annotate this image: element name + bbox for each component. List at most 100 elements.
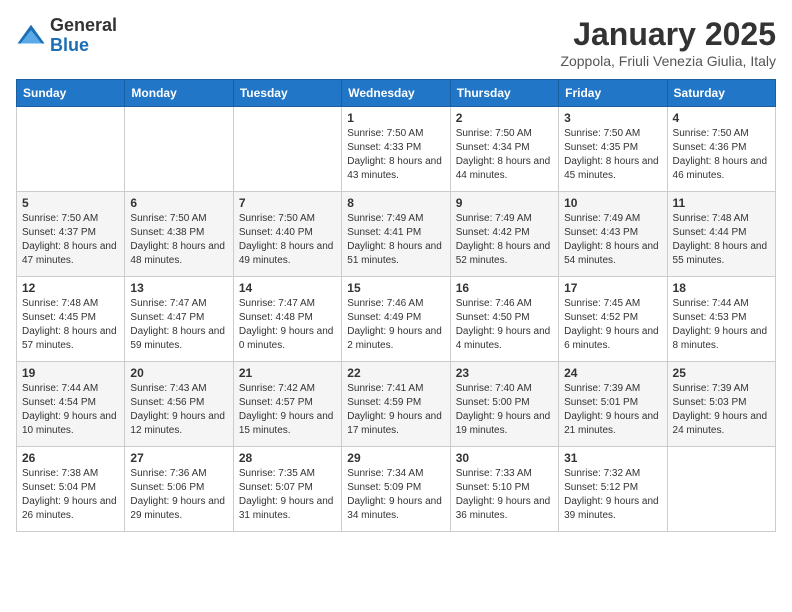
day-number: 8 <box>347 196 444 210</box>
day-cell: 27 Sunrise: 7:36 AM Sunset: 5:06 PM Dayli… <box>125 447 233 532</box>
location-subtitle: Zoppola, Friuli Venezia Giulia, Italy <box>560 53 776 69</box>
day-info: Sunrise: 7:44 AM Sunset: 4:54 PM Dayligh… <box>22 382 119 438</box>
day-cell: 7 Sunrise: 7:50 AM Sunset: 4:40 PM Daylig… <box>233 192 341 277</box>
day-cell <box>17 107 125 192</box>
day-cell: 6Sunrise: 7:50 AM Sunset: 4:38 PM Daylig… <box>125 192 233 277</box>
day-number: 14 <box>239 281 336 295</box>
day-info: Sunrise: 7:49 AM Sunset: 4:41 PM Dayligh… <box>347 212 444 268</box>
header-cell-friday: Friday <box>559 80 667 107</box>
header-cell-thursday: Thursday <box>450 80 558 107</box>
header-row: SundayMondayTuesdayWednesdayThursdayFrid… <box>17 80 776 107</box>
day-number: 31 <box>564 451 661 465</box>
day-cell: 19 Sunrise: 7:44 AM Sunset: 4:54 PM Dayli… <box>17 362 125 447</box>
day-number: 7 <box>239 196 336 210</box>
day-info: Sunrise: 7:43 AM Sunset: 4:56 PM Dayligh… <box>130 382 227 438</box>
day-info: Sunrise: 7:48 AM Sunset: 4:45 PM Dayligh… <box>22 297 119 353</box>
day-info: Sunrise: 7:39 AM Sunset: 5:01 PM Dayligh… <box>564 382 661 438</box>
day-info: Sunrise: 7:46 AM Sunset: 4:49 PM Dayligh… <box>347 297 444 353</box>
day-number: 2 <box>456 111 553 125</box>
day-cell: 22Sunrise: 7:41 AM Sunset: 4:59 PM Dayli… <box>342 362 450 447</box>
day-number: 25 <box>673 366 770 380</box>
day-cell: 23 Sunrise: 7:40 AM Sunset: 5:00 PM Dayli… <box>450 362 558 447</box>
day-cell: 28Sunrise: 7:35 AM Sunset: 5:07 PM Dayli… <box>233 447 341 532</box>
day-cell: 25 Sunrise: 7:39 AM Sunset: 5:03 PM Dayli… <box>667 362 775 447</box>
header-cell-monday: Monday <box>125 80 233 107</box>
header-cell-tuesday: Tuesday <box>233 80 341 107</box>
header-cell-sunday: Sunday <box>17 80 125 107</box>
page-header: General Blue January 2025 Zoppola, Friul… <box>16 16 776 69</box>
day-cell: 18Sunrise: 7:44 AM Sunset: 4:53 PM Dayli… <box>667 277 775 362</box>
day-cell: 1 Sunrise: 7:50 AM Sunset: 4:33 PM Daylig… <box>342 107 450 192</box>
day-number: 15 <box>347 281 444 295</box>
week-row-0: 1 Sunrise: 7:50 AM Sunset: 4:33 PM Daylig… <box>17 107 776 192</box>
day-cell: 14Sunrise: 7:47 AM Sunset: 4:48 PM Dayli… <box>233 277 341 362</box>
day-info: Sunrise: 7:49 AM Sunset: 4:42 PM Dayligh… <box>456 212 553 268</box>
calendar-header: SundayMondayTuesdayWednesdayThursdayFrid… <box>17 80 776 107</box>
day-number: 30 <box>456 451 553 465</box>
day-cell <box>667 447 775 532</box>
day-info: Sunrise: 7:50 AM Sunset: 4:40 PM Dayligh… <box>239 212 336 268</box>
day-info: Sunrise: 7:39 AM Sunset: 5:03 PM Dayligh… <box>673 382 770 438</box>
week-row-2: 12 Sunrise: 7:48 AM Sunset: 4:45 PM Dayli… <box>17 277 776 362</box>
day-info: Sunrise: 7:38 AM Sunset: 5:04 PM Dayligh… <box>22 467 119 523</box>
day-info: Sunrise: 7:42 AM Sunset: 4:57 PM Dayligh… <box>239 382 336 438</box>
day-number: 9 <box>456 196 553 210</box>
day-info: Sunrise: 7:48 AM Sunset: 4:44 PM Dayligh… <box>673 212 770 268</box>
header-cell-saturday: Saturday <box>667 80 775 107</box>
day-info: Sunrise: 7:50 AM Sunset: 4:35 PM Dayligh… <box>564 127 661 183</box>
day-cell: 15 Sunrise: 7:46 AM Sunset: 4:49 PM Dayli… <box>342 277 450 362</box>
day-info: Sunrise: 7:35 AM Sunset: 5:07 PM Dayligh… <box>239 467 336 523</box>
logo-icon <box>16 21 46 51</box>
day-number: 23 <box>456 366 553 380</box>
day-cell: 20 Sunrise: 7:43 AM Sunset: 4:56 PM Dayli… <box>125 362 233 447</box>
day-number: 12 <box>22 281 119 295</box>
day-cell: 21 Sunrise: 7:42 AM Sunset: 4:57 PM Dayli… <box>233 362 341 447</box>
day-cell: 4 Sunrise: 7:50 AM Sunset: 4:36 PM Daylig… <box>667 107 775 192</box>
day-cell: 16Sunrise: 7:46 AM Sunset: 4:50 PM Dayli… <box>450 277 558 362</box>
day-number: 6 <box>130 196 227 210</box>
day-number: 22 <box>347 366 444 380</box>
day-info: Sunrise: 7:36 AM Sunset: 5:06 PM Dayligh… <box>130 467 227 523</box>
day-info: Sunrise: 7:44 AM Sunset: 4:53 PM Dayligh… <box>673 297 770 353</box>
day-info: Sunrise: 7:46 AM Sunset: 4:50 PM Dayligh… <box>456 297 553 353</box>
month-title: January 2025 <box>560 16 776 53</box>
calendar-body: 1 Sunrise: 7:50 AM Sunset: 4:33 PM Daylig… <box>17 107 776 532</box>
day-cell: 2 Sunrise: 7:50 AM Sunset: 4:34 PM Daylig… <box>450 107 558 192</box>
day-cell: 5 Sunrise: 7:50 AM Sunset: 4:37 PM Daylig… <box>17 192 125 277</box>
day-number: 10 <box>564 196 661 210</box>
week-row-3: 19 Sunrise: 7:44 AM Sunset: 4:54 PM Dayli… <box>17 362 776 447</box>
calendar-table: SundayMondayTuesdayWednesdayThursdayFrid… <box>16 79 776 532</box>
day-number: 17 <box>564 281 661 295</box>
header-cell-wednesday: Wednesday <box>342 80 450 107</box>
week-row-1: 5 Sunrise: 7:50 AM Sunset: 4:37 PM Daylig… <box>17 192 776 277</box>
day-info: Sunrise: 7:49 AM Sunset: 4:43 PM Dayligh… <box>564 212 661 268</box>
day-number: 21 <box>239 366 336 380</box>
day-cell: 26 Sunrise: 7:38 AM Sunset: 5:04 PM Dayli… <box>17 447 125 532</box>
day-info: Sunrise: 7:50 AM Sunset: 4:37 PM Dayligh… <box>22 212 119 268</box>
day-info: Sunrise: 7:50 AM Sunset: 4:36 PM Dayligh… <box>673 127 770 183</box>
day-cell: 9 Sunrise: 7:49 AM Sunset: 4:42 PM Daylig… <box>450 192 558 277</box>
day-cell: 8 Sunrise: 7:49 AM Sunset: 4:41 PM Daylig… <box>342 192 450 277</box>
day-info: Sunrise: 7:40 AM Sunset: 5:00 PM Dayligh… <box>456 382 553 438</box>
day-cell <box>233 107 341 192</box>
day-info: Sunrise: 7:32 AM Sunset: 5:12 PM Dayligh… <box>564 467 661 523</box>
day-info: Sunrise: 7:45 AM Sunset: 4:52 PM Dayligh… <box>564 297 661 353</box>
day-info: Sunrise: 7:34 AM Sunset: 5:09 PM Dayligh… <box>347 467 444 523</box>
day-number: 20 <box>130 366 227 380</box>
day-number: 27 <box>130 451 227 465</box>
day-cell: 12 Sunrise: 7:48 AM Sunset: 4:45 PM Dayli… <box>17 277 125 362</box>
day-cell: 13Sunrise: 7:47 AM Sunset: 4:47 PM Dayli… <box>125 277 233 362</box>
day-number: 5 <box>22 196 119 210</box>
day-number: 4 <box>673 111 770 125</box>
day-number: 19 <box>22 366 119 380</box>
day-cell: 31 Sunrise: 7:32 AM Sunset: 5:12 PM Dayli… <box>559 447 667 532</box>
title-block: January 2025 Zoppola, Friuli Venezia Giu… <box>560 16 776 69</box>
day-info: Sunrise: 7:50 AM Sunset: 4:34 PM Dayligh… <box>456 127 553 183</box>
day-number: 26 <box>22 451 119 465</box>
day-number: 3 <box>564 111 661 125</box>
day-info: Sunrise: 7:47 AM Sunset: 4:47 PM Dayligh… <box>130 297 227 353</box>
day-info: Sunrise: 7:50 AM Sunset: 4:33 PM Dayligh… <box>347 127 444 183</box>
logo-text: General Blue <box>50 16 117 56</box>
logo: General Blue <box>16 16 117 56</box>
day-number: 1 <box>347 111 444 125</box>
